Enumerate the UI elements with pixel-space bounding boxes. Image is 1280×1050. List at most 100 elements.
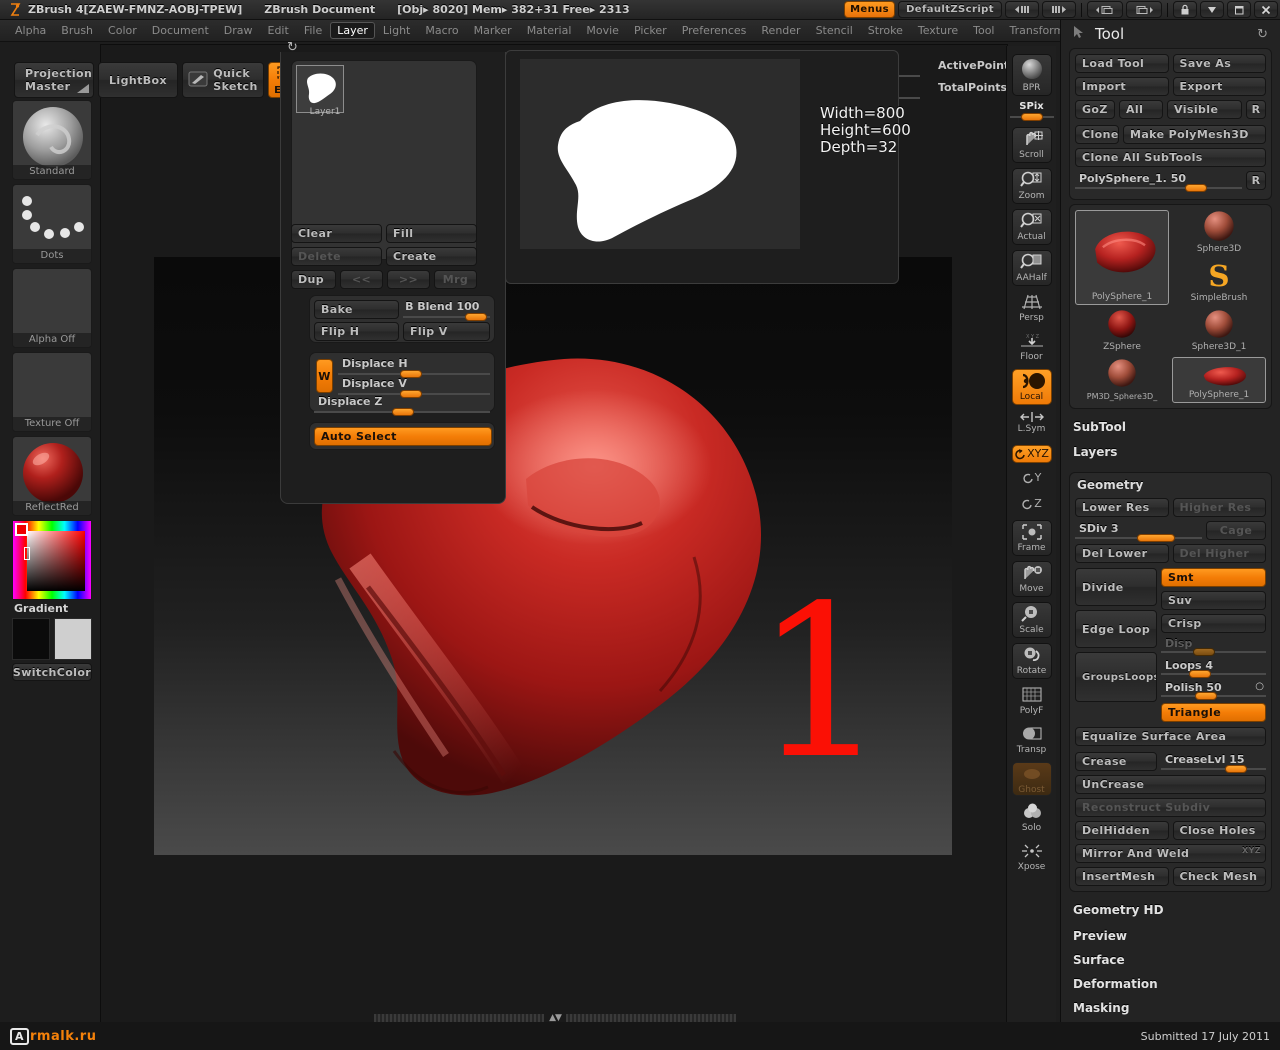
color-current-swatch[interactable]	[15, 523, 28, 536]
save-as-button[interactable]: Save As	[1173, 54, 1267, 73]
menu-item-macro[interactable]: Macro	[418, 22, 465, 39]
texture-swatch[interactable]: Texture Off	[12, 352, 92, 432]
close-button[interactable]	[1254, 1, 1278, 18]
perspective-button[interactable]: Persp	[1012, 291, 1052, 325]
menu-item-document[interactable]: Document	[145, 22, 216, 39]
disp-slider[interactable]: Disp	[1161, 637, 1266, 655]
secondary-color-swatch[interactable]	[54, 618, 92, 660]
layer-mrg-button[interactable]: Mrg	[434, 270, 477, 289]
crease-button[interactable]: Crease	[1075, 752, 1157, 771]
layer-delete-button[interactable]: Delete	[291, 247, 382, 266]
make-polymesh3d-button[interactable]: Make PolyMesh3D	[1123, 125, 1266, 144]
menu-item-material[interactable]: Material	[520, 22, 579, 39]
layer-prev-button[interactable]: <<	[340, 270, 383, 289]
primary-color-swatch[interactable]	[12, 618, 50, 660]
crisp-button[interactable]: Crisp	[1161, 614, 1266, 633]
menu-item-preferences[interactable]: Preferences	[675, 22, 754, 39]
layer-flip-h-button[interactable]: Flip H	[314, 322, 399, 341]
polyframe-button[interactable]: PolyF	[1012, 684, 1052, 718]
menu-item-movie[interactable]: Movie	[579, 22, 626, 39]
menu-item-draw[interactable]: Draw	[217, 22, 260, 39]
menu-item-tool[interactable]: Tool	[966, 22, 1001, 39]
higher-res-button[interactable]: Higher Res	[1173, 498, 1267, 517]
aahalf-button[interactable]: AAHalf	[1012, 250, 1052, 286]
scrubber-left[interactable]	[374, 1014, 544, 1022]
menu-item-layer[interactable]: Layer	[330, 22, 375, 39]
alpha-swatch[interactable]: Alpha Off	[12, 268, 92, 348]
lower-res-button[interactable]: Lower Res	[1075, 498, 1169, 517]
menu-item-stroke[interactable]: Stroke	[861, 22, 910, 39]
tool-thumb-sphere3d[interactable]: Sphere3D	[1172, 210, 1266, 256]
menu-item-brush[interactable]: Brush	[54, 22, 100, 39]
menu-item-color[interactable]: Color	[101, 22, 144, 39]
clone-button[interactable]: Clone	[1075, 125, 1119, 144]
menus-button[interactable]: Menus	[844, 1, 895, 18]
z-axis-button[interactable]: Z	[1012, 493, 1052, 515]
layer-fill-button[interactable]: Fill	[386, 224, 477, 243]
reset-icon[interactable]: ↻	[1257, 27, 1268, 42]
prev-window-button[interactable]	[1087, 1, 1123, 18]
del-higher-button[interactable]: Del Higher	[1173, 544, 1267, 563]
layer-clear-button[interactable]: Clear	[291, 224, 382, 243]
load-tool-button[interactable]: Load Tool	[1075, 54, 1169, 73]
maximize-button[interactable]	[1227, 1, 1251, 18]
layer-blend-slider[interactable]: B Blend 100	[403, 300, 490, 319]
polish-circle-icon[interactable]: ○	[1255, 681, 1264, 692]
import-button[interactable]: Import	[1075, 77, 1169, 96]
lightbox-button[interactable]: LightBox	[98, 62, 178, 98]
menu-item-alpha[interactable]: Alpha	[8, 22, 53, 39]
tool-thumb-pm3d-sphere3d[interactable]: PM3D_Sphere3D_	[1075, 357, 1169, 403]
clone-all-subtools-button[interactable]: Clone All SubTools	[1075, 148, 1266, 167]
tool-thumb-simplebrush[interactable]: S SimpleBrush	[1172, 259, 1266, 305]
layer-w-toggle[interactable]: W	[316, 359, 333, 393]
check-mesh-button[interactable]: Check Mesh	[1173, 867, 1267, 886]
goz-button[interactable]: GoZ	[1075, 100, 1115, 119]
loops-slider[interactable]: Loops 4	[1161, 659, 1266, 677]
section-preview[interactable]: Preview	[1061, 924, 1280, 948]
document-canvas[interactable]: 1	[154, 257, 952, 855]
floor-button[interactable]: X Y Z Floor	[1012, 330, 1052, 364]
scale-button[interactable]: Scale	[1012, 602, 1052, 638]
projection-master-button[interactable]: Projection Master	[14, 62, 94, 98]
geometry-title[interactable]: Geometry	[1075, 473, 1266, 498]
tool-thumb-polysphere-1-active[interactable]: PolySphere_1	[1172, 357, 1266, 403]
zscript-button[interactable]: DefaultZScript	[898, 1, 1002, 18]
cage-button[interactable]: Cage	[1206, 521, 1266, 540]
scrubber-right[interactable]	[566, 1014, 736, 1022]
tool-thumb-sphere3d-1[interactable]: Sphere3D_1	[1172, 308, 1266, 354]
section-layers[interactable]: Layers	[1061, 445, 1280, 470]
section-masking[interactable]: Masking	[1061, 996, 1280, 1020]
del-lower-button[interactable]: Del Lower	[1075, 544, 1169, 563]
bpr-button[interactable]: BPR	[1012, 54, 1052, 96]
ghost-button[interactable]: Ghost	[1012, 762, 1052, 796]
menu-item-texture[interactable]: Texture	[911, 22, 965, 39]
layer-flip-v-button[interactable]: Flip V	[403, 322, 490, 341]
menu-item-light[interactable]: Light	[376, 22, 417, 39]
brush-swatch[interactable]: Standard	[12, 100, 92, 180]
color-cursor[interactable]	[24, 547, 30, 560]
menu-item-stencil[interactable]: Stencil	[809, 22, 860, 39]
smt-button[interactable]: Smt	[1161, 568, 1266, 587]
insert-mesh-button[interactable]: InsertMesh	[1075, 867, 1169, 886]
displace-h-slider[interactable]: Displace H	[338, 357, 490, 377]
section-subtool[interactable]: SubTool	[1061, 409, 1280, 445]
divide-button[interactable]: Divide	[1075, 568, 1157, 606]
edge-loop-button[interactable]: Edge Loop	[1075, 610, 1157, 648]
minimize-button[interactable]	[1200, 1, 1224, 18]
uncrease-button[interactable]: UnCrease	[1075, 775, 1266, 794]
local-button[interactable]: Local	[1012, 369, 1052, 405]
solo-button[interactable]: Solo	[1012, 801, 1052, 835]
stroke-swatch[interactable]: Dots	[12, 184, 92, 264]
lock-icon[interactable]	[1173, 1, 1197, 18]
sdiv-slider[interactable]: SDiv 3	[1075, 521, 1202, 540]
tool-r-button[interactable]: R	[1246, 171, 1266, 190]
mirror-and-weld-button[interactable]: Mirror And Weld XYZ	[1075, 844, 1266, 863]
goz-r-button[interactable]: R	[1246, 100, 1266, 119]
zscript-next-button[interactable]	[1042, 1, 1076, 18]
switchcolor-button[interactable]: SwitchColor	[12, 663, 92, 681]
del-hidden-button[interactable]: DelHidden	[1075, 821, 1169, 840]
transparency-button[interactable]: Transp	[1012, 723, 1052, 757]
actual-size-button[interactable]: Actual	[1012, 209, 1052, 245]
layer-create-button[interactable]: Create	[386, 247, 477, 266]
export-button[interactable]: Export	[1173, 77, 1267, 96]
